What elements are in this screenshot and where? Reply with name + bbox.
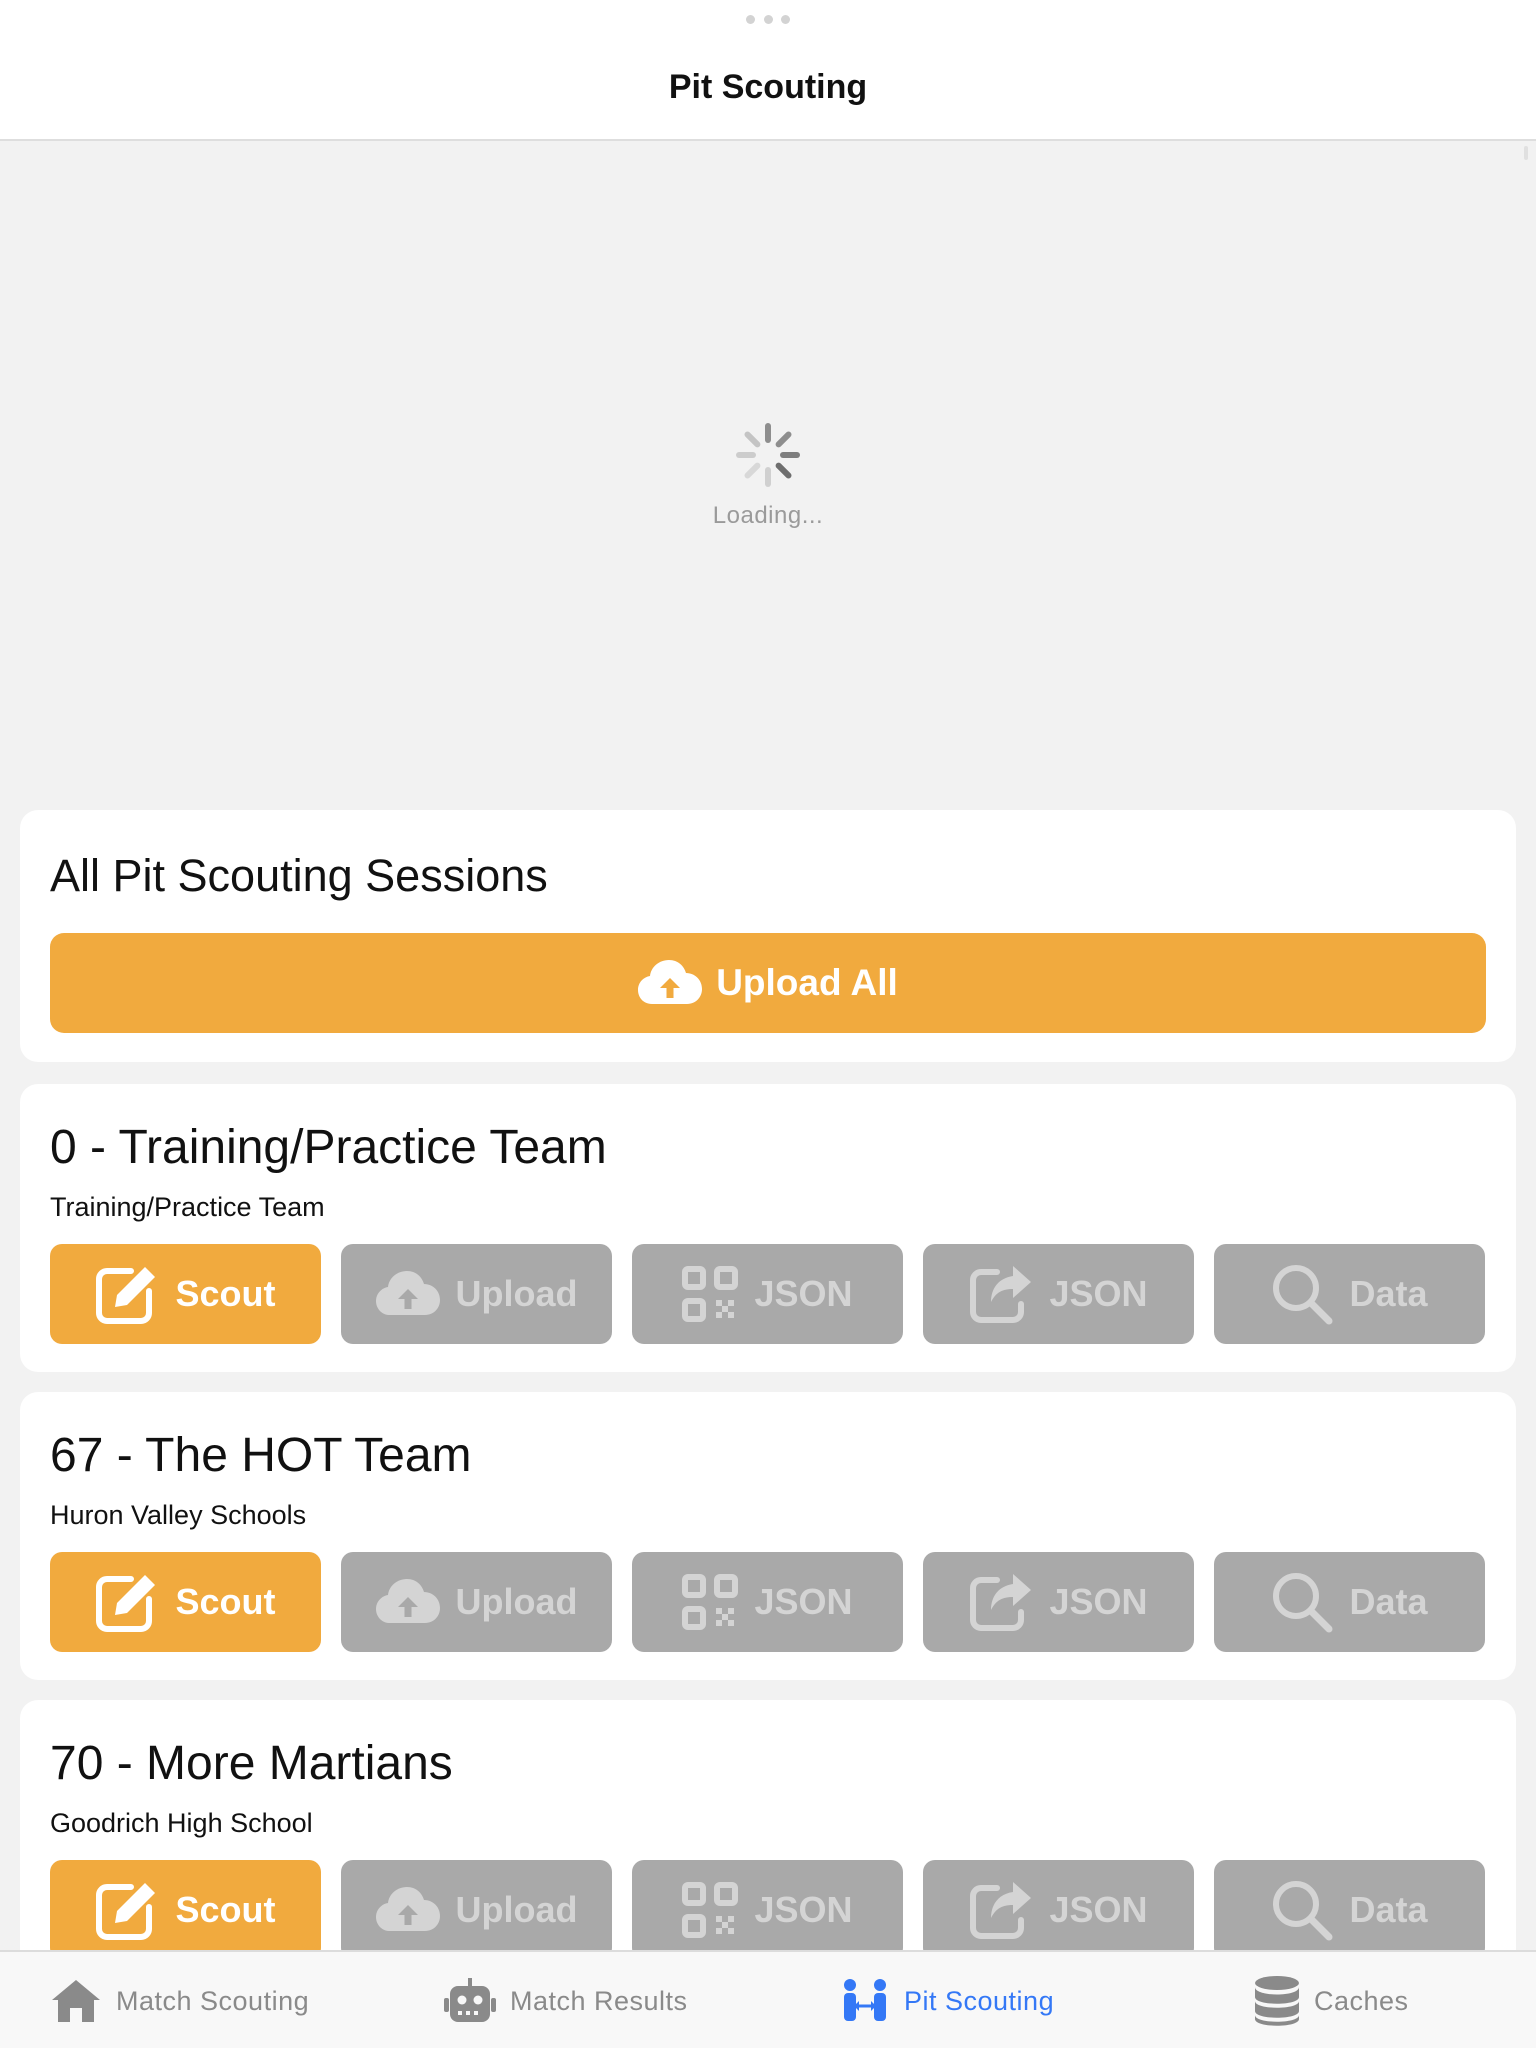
loading-text: Loading... — [712, 502, 824, 529]
team-card: 67 - The HOT Team Huron Valley Schools S… — [20, 1392, 1516, 1680]
scroll-indicator — [1524, 146, 1528, 160]
view-data-button[interactable]: Data — [1214, 1552, 1485, 1652]
upload-button[interactable]: Upload — [341, 1244, 612, 1344]
data-label: Data — [1349, 1581, 1428, 1622]
team-actions: Scout Upload JSON JSON Data — [50, 1244, 1486, 1344]
share-icon — [970, 1266, 1032, 1323]
share-icon — [970, 1574, 1032, 1631]
team-name: 67 - The HOT Team — [50, 1429, 472, 1482]
upload-button[interactable]: Upload — [341, 1552, 612, 1652]
tab-caches[interactable]: Caches — [1254, 1952, 1409, 2048]
team-school: Huron Valley Schools — [50, 1500, 307, 1530]
qr-code-icon — [682, 1266, 739, 1322]
tab-label: Pit Scouting — [904, 1985, 1055, 2016]
qr-code-icon — [682, 1882, 739, 1938]
data-label: Data — [1349, 1889, 1428, 1930]
scout-button[interactable]: Scout — [50, 1552, 321, 1652]
qr-code-icon — [682, 1574, 739, 1630]
robot-icon — [444, 1978, 496, 2022]
share-json-label: JSON — [1049, 1581, 1148, 1622]
upload-label: Upload — [455, 1889, 578, 1930]
view-data-button[interactable]: Data — [1214, 1244, 1485, 1344]
loading-indicator: Loading... — [0, 420, 1536, 530]
view-data-button[interactable]: Data — [1214, 1860, 1485, 1960]
people-icon — [844, 1979, 886, 2021]
team-actions: Scout Upload JSON JSON Data — [50, 1552, 1486, 1652]
search-icon — [1273, 1881, 1333, 1941]
share-icon — [970, 1882, 1032, 1939]
search-icon — [1273, 1573, 1333, 1633]
data-label: Data — [1349, 1273, 1428, 1314]
scout-label: Scout — [175, 1581, 276, 1622]
upload-label: Upload — [455, 1581, 578, 1622]
tab-bar: Match Scouting Match Results Pit Scoutin… — [0, 1950, 1536, 2048]
team-card: 70 - More Martians Goodrich High School … — [20, 1700, 1516, 1988]
tab-label: Match Results — [510, 1985, 688, 2016]
tab-pit-scouting[interactable]: Pit Scouting — [840, 1952, 1054, 2048]
spinner-icon — [736, 423, 800, 487]
team-card: 0 - Training/Practice Team Training/Prac… — [20, 1084, 1516, 1372]
team-school: Training/Practice Team — [50, 1192, 325, 1222]
edit-icon — [96, 1575, 156, 1632]
team-name: 70 - More Martians — [50, 1737, 453, 1790]
share-json-button[interactable]: JSON — [923, 1244, 1194, 1344]
database-icon — [1255, 1976, 1299, 2026]
tab-label: Caches — [1314, 1985, 1409, 2016]
home-icon — [52, 1980, 100, 2022]
qr-json-button[interactable]: JSON — [632, 1244, 903, 1344]
qr-json-label: JSON — [754, 1889, 853, 1930]
page-title: Pit Scouting — [668, 68, 868, 106]
upload-label: Upload — [455, 1273, 578, 1314]
all-sessions-card: All Pit Scouting Sessions Upload All — [20, 810, 1516, 1062]
qr-json-label: JSON — [754, 1581, 853, 1622]
team-actions: Scout Upload JSON JSON Data — [50, 1860, 1486, 1960]
upload-all-button[interactable]: Upload All — [50, 933, 1486, 1033]
qr-json-button[interactable]: JSON — [632, 1860, 903, 1960]
upload-all-label: Upload All — [716, 962, 898, 1003]
upload-button[interactable]: Upload — [341, 1860, 612, 1960]
cloud-upload-icon — [375, 1887, 440, 1931]
tab-label: Match Scouting — [116, 1985, 310, 2016]
tab-match-scouting[interactable]: Match Scouting — [50, 1952, 309, 2048]
edit-icon — [96, 1883, 156, 1940]
nav-header: Pit Scouting — [0, 0, 1536, 141]
scout-button[interactable]: Scout — [50, 1244, 321, 1344]
cloud-upload-icon — [638, 960, 703, 1004]
tab-match-results[interactable]: Match Results — [444, 1952, 688, 2048]
window-grabber[interactable] — [746, 14, 790, 24]
cloud-upload-icon — [375, 1271, 440, 1315]
share-json-label: JSON — [1049, 1273, 1148, 1314]
scout-label: Scout — [175, 1889, 276, 1930]
team-name: 0 - Training/Practice Team — [50, 1121, 607, 1174]
cloud-upload-icon — [375, 1579, 440, 1623]
share-json-button[interactable]: JSON — [923, 1860, 1194, 1960]
edit-icon — [96, 1267, 156, 1324]
qr-json-label: JSON — [754, 1273, 853, 1314]
share-json-label: JSON — [1049, 1889, 1148, 1930]
all-sessions-title: All Pit Scouting Sessions — [50, 850, 548, 901]
qr-json-button[interactable]: JSON — [632, 1552, 903, 1652]
share-json-button[interactable]: JSON — [923, 1552, 1194, 1652]
scout-button[interactable]: Scout — [50, 1860, 321, 1960]
team-school: Goodrich High School — [50, 1808, 313, 1838]
search-icon — [1273, 1265, 1333, 1325]
scout-label: Scout — [175, 1273, 276, 1314]
